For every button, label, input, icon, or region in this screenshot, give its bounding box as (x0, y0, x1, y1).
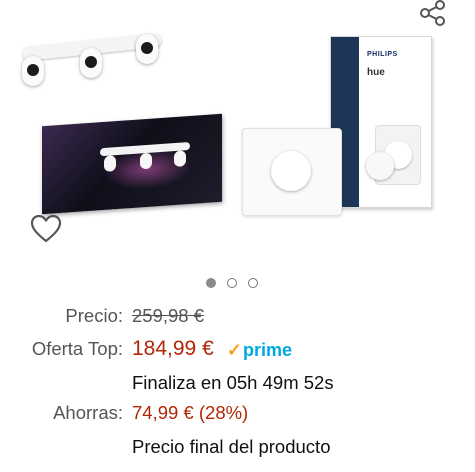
carousel-dot-3[interactable] (248, 278, 258, 288)
deal-price-value: 184,99 € (132, 337, 214, 360)
spotlight-box-image (42, 113, 222, 215)
remote-button-image (366, 152, 394, 180)
carousel-dot-1[interactable] (206, 278, 216, 288)
box-product-text: hue (367, 67, 385, 78)
switch-box-image: PHILIPS hue (330, 36, 432, 208)
product-image-gallery[interactable]: PHILIPS hue (0, 0, 475, 268)
carousel-dots (206, 278, 258, 288)
deal-price-group: 184,99 € ✓ prime (132, 334, 292, 365)
savings-value: 74,99 € (28%) (132, 402, 249, 423)
deal-timer-row: Finaliza en 05h 49m 52s (0, 368, 475, 398)
savings-label: Ahorras: (53, 402, 123, 423)
deal-timer: Finaliza en 05h 49m 52s (132, 372, 334, 393)
deal-price-label: Oferta Top: (31, 338, 123, 359)
wall-switch-image (242, 128, 342, 216)
carousel-dot-2[interactable] (227, 278, 237, 288)
savings-row: Ahorras: 74,99 € (28%) (0, 398, 475, 428)
deal-price-row: Oferta Top: 184,99 € ✓ prime (0, 334, 475, 364)
share-icon[interactable] (418, 0, 448, 26)
box-brand-text: PHILIPS (367, 51, 398, 58)
final-price-note-row: Precio final del producto (0, 432, 475, 462)
prime-label: prime (242, 340, 293, 361)
prime-badge: ✓ prime (227, 335, 292, 365)
list-price-label: Precio: (65, 305, 123, 326)
heart-icon[interactable] (30, 214, 62, 244)
final-price-note: Precio final del producto (132, 436, 331, 457)
list-price-value: 259,98 € (132, 305, 205, 326)
list-price-row: Precio: 259,98 € (0, 301, 475, 331)
prime-check-icon: ✓ (226, 340, 242, 361)
